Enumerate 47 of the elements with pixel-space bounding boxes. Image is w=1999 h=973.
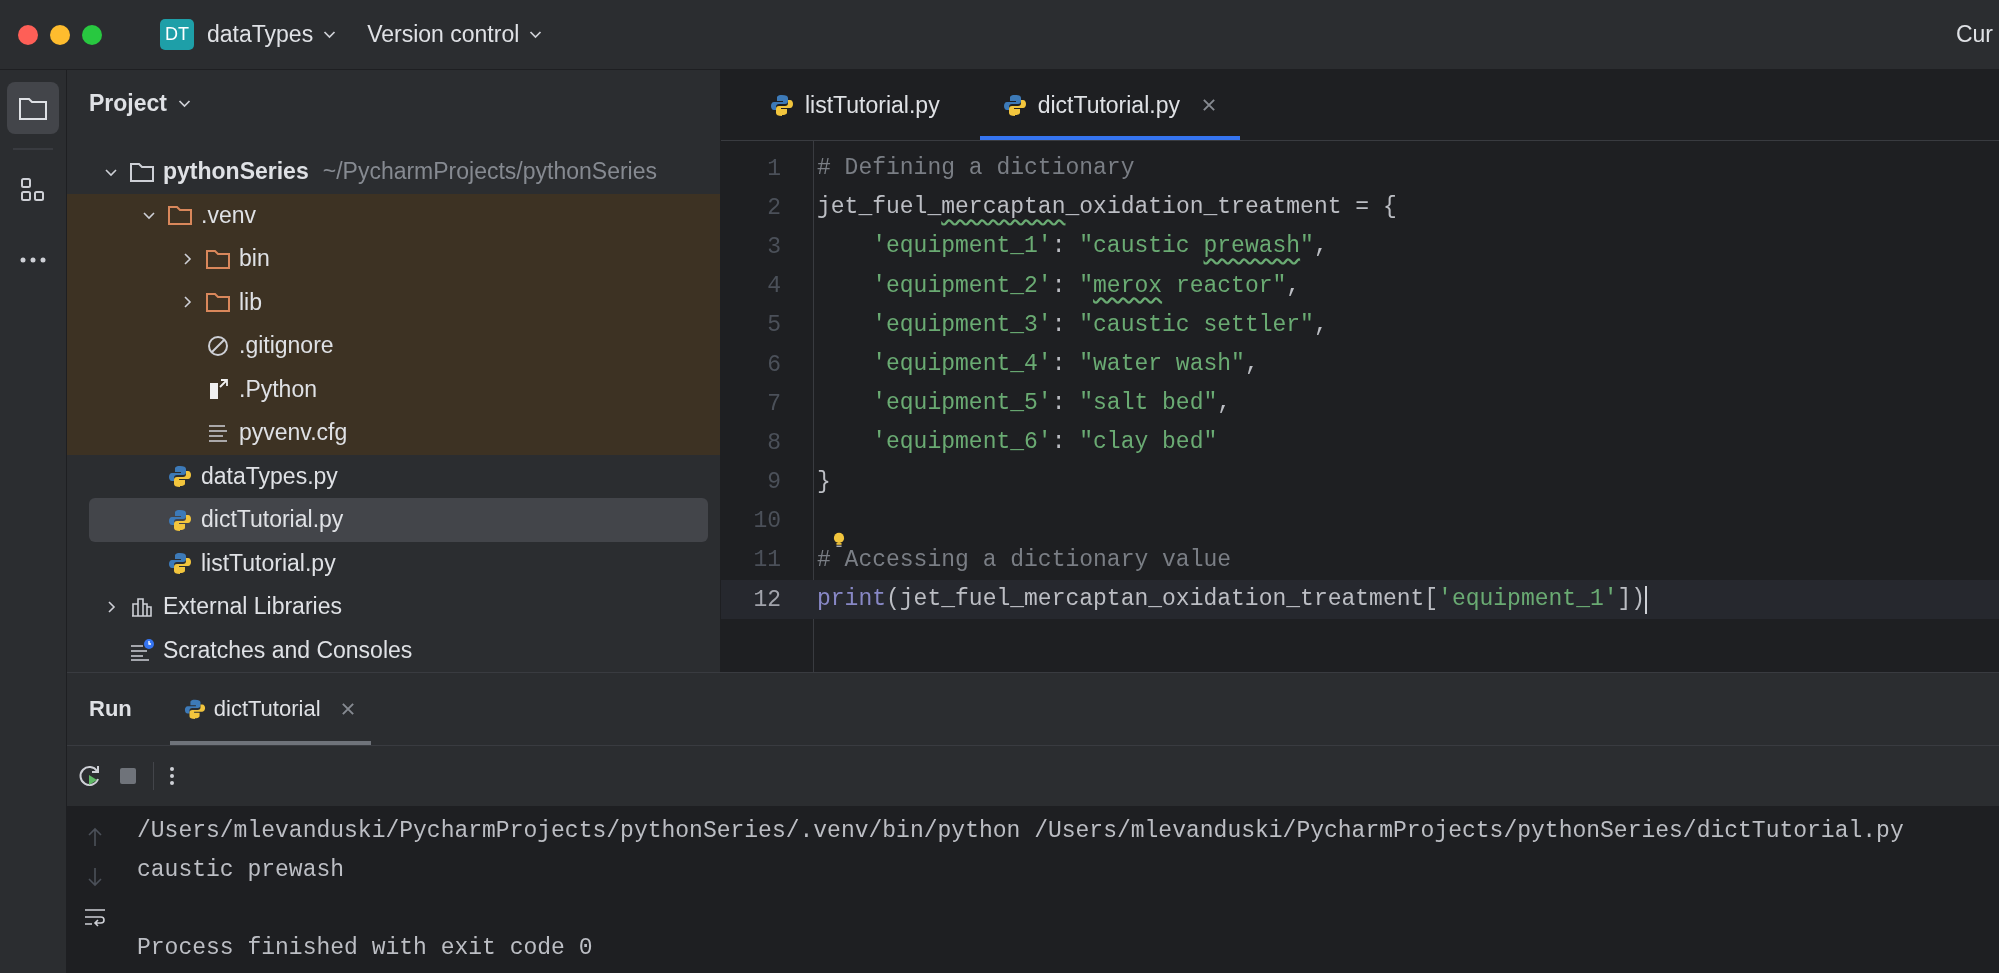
no-entry-icon — [205, 333, 231, 358]
code-line: 'equipment_6': "clay bed" — [871, 431, 1218, 455]
python-icon — [769, 93, 795, 117]
tree-item[interactable]: dataTypes.py — [89, 454, 708, 498]
panel-title: Run — [89, 696, 132, 722]
tree-item[interactable]: Scratches and Consoles — [89, 628, 708, 672]
code-line: # Defining a dictionary — [817, 157, 1135, 181]
tree-item[interactable]: pythonSeries ~/PycharmProjects/pythonSeries — [89, 150, 708, 194]
code-line: 'equipment_1': "caustic prewash", — [871, 235, 1328, 259]
python-icon — [167, 551, 193, 576]
zoom-window-button[interactable] — [82, 24, 102, 45]
project-switcher[interactable]: DT dataTypes — [154, 15, 344, 54]
code-line: 'equipment_3': "caustic settler", — [871, 313, 1328, 337]
code-line: jet_fuel_mercaptan_oxidation_treatment = { — [817, 196, 1397, 220]
editor-tab[interactable]: listTutorial.py — [747, 70, 962, 140]
code-line: } — [817, 470, 831, 494]
more-vertical-icon[interactable] — [168, 764, 176, 788]
python-icon — [167, 464, 193, 489]
folder-icon — [18, 95, 48, 121]
folder-icon — [205, 290, 231, 315]
scratches-icon — [129, 638, 155, 663]
soft-wrap-icon[interactable] — [83, 906, 107, 928]
code-line: # Accessing a dictionary value — [817, 548, 1232, 572]
code-line: 'equipment_2': "merox reactor", — [871, 274, 1301, 298]
code-line: 'equipment_4': "water wash", — [871, 353, 1259, 377]
version-control-menu[interactable]: Version control — [361, 17, 550, 52]
tree-item[interactable]: dictTutorial.py — [89, 498, 708, 542]
stop-icon[interactable] — [117, 765, 139, 787]
python-icon — [1001, 93, 1028, 117]
folder-icon — [167, 203, 193, 228]
minimize-window-button[interactable] — [50, 24, 70, 45]
console-output: caustic prewash — [137, 856, 346, 885]
python-icon — [167, 507, 193, 532]
lightbulb-icon[interactable] — [832, 531, 846, 549]
project-tool-button[interactable] — [7, 82, 59, 134]
project-view-menu[interactable]: Project — [67, 70, 192, 136]
exit-message: Process finished with exit code 0 — [137, 934, 594, 963]
code-line: print(jet_fuel_mercaptan_oxidation_treatment['equipment_1']) — [817, 588, 1646, 612]
python-icon — [183, 698, 206, 720]
line-number: 12 — [752, 586, 781, 613]
console-output: /Users/mlevanduski/PycharmProjects/pythonSeries/.venv/bin/python /Users/mlevanduski/PycharmProjects/pythonSeries/dictTutorial.py — [137, 817, 1904, 846]
tree-item[interactable]: listTutorial.py — [89, 541, 708, 585]
tree-item[interactable]: External Libraries — [89, 585, 708, 629]
run-tab[interactable]: dictTutorial — [169, 673, 371, 745]
code-line: 'equipment_5': "salt bed", — [871, 392, 1232, 416]
close-window-button[interactable] — [18, 24, 38, 45]
toolbar-label[interactable]: Cur — [1955, 21, 1993, 48]
